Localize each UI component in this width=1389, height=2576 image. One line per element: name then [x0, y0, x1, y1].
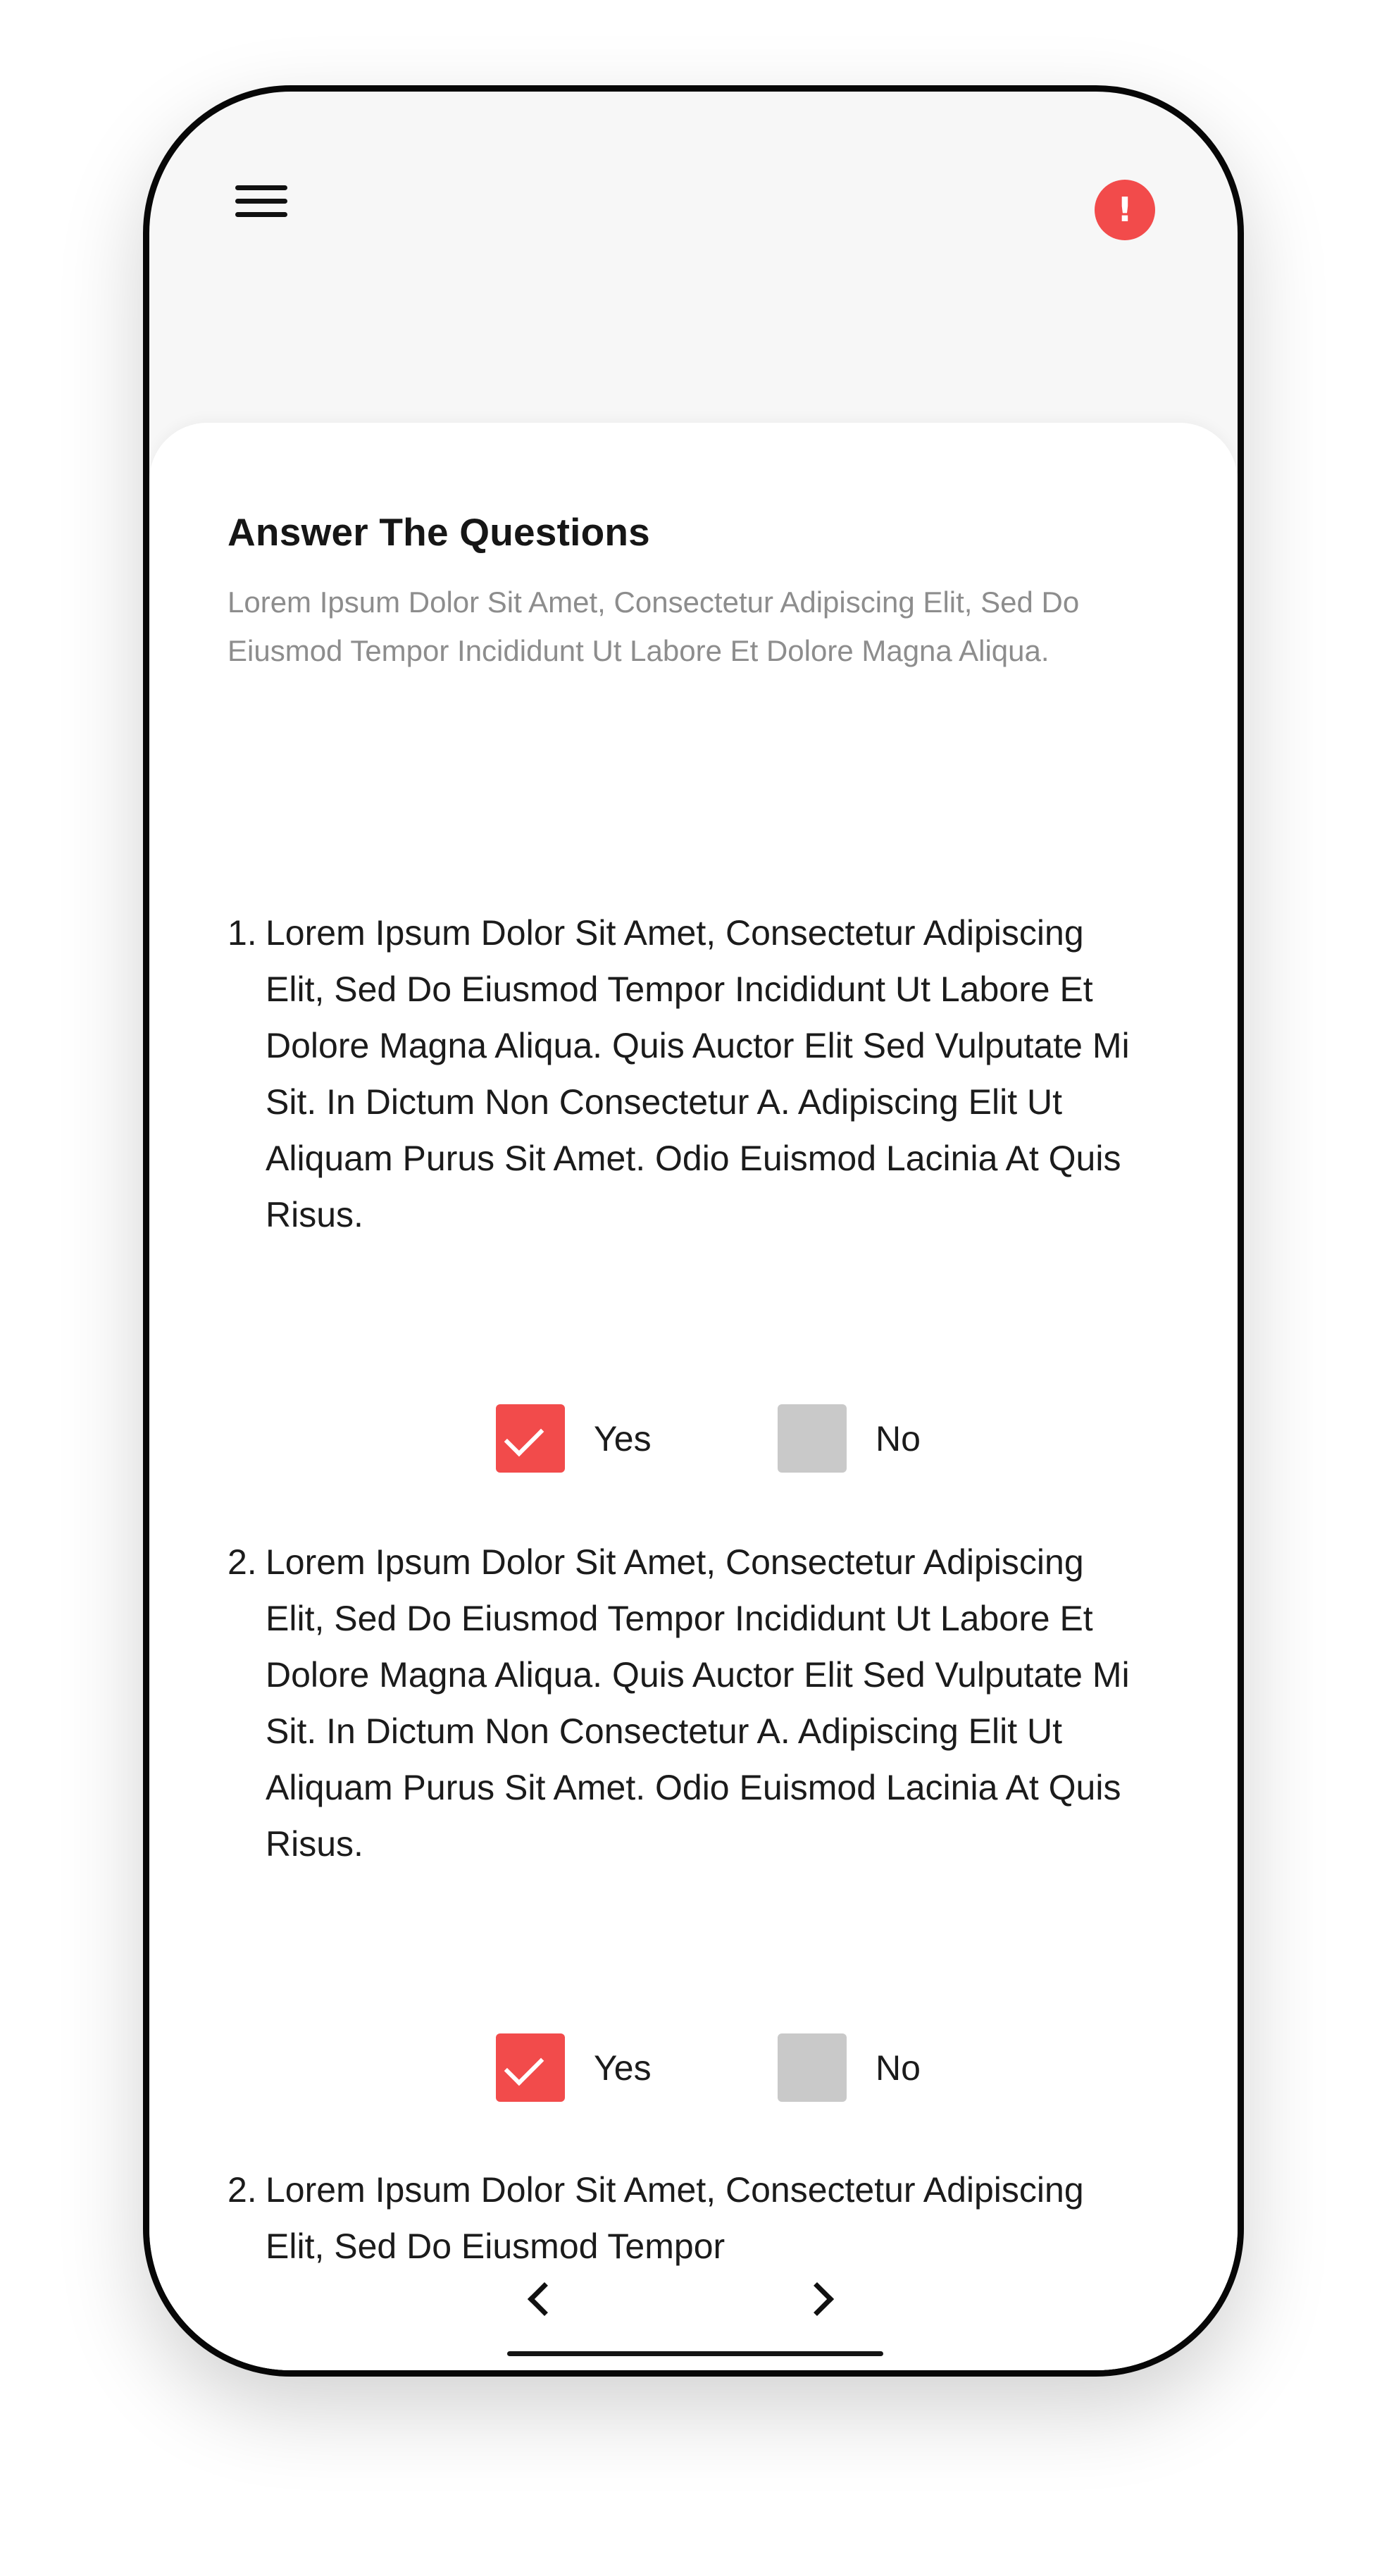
- chevron-right-icon: [799, 2281, 835, 2317]
- chevron-left-icon: [527, 2281, 562, 2317]
- alert-icon[interactable]: !: [1095, 180, 1155, 240]
- unchecked-checkbox[interactable]: [778, 1404, 847, 1473]
- unchecked-checkbox[interactable]: [778, 2033, 847, 2102]
- question-text: Lorem Ipsum Dolor Sit Amet, Consectetur …: [266, 913, 1130, 1234]
- checked-checkbox[interactable]: [496, 2033, 565, 2102]
- question-2-no-option[interactable]: No: [778, 2033, 921, 2102]
- question-1-yes-option[interactable]: Yes: [496, 1404, 652, 1473]
- menu-line-top: [235, 185, 287, 190]
- content-fade-cover: [149, 2270, 1238, 2370]
- question-2-yes-option[interactable]: Yes: [496, 2033, 652, 2102]
- question-text: Lorem Ipsum Dolor Sit Amet, Consectetur …: [266, 2170, 1084, 2266]
- question-1-no-option[interactable]: No: [778, 1404, 921, 1473]
- check-icon: [504, 1416, 544, 1457]
- question-2-answers: Yes No: [496, 2033, 933, 2104]
- menu-line-middle: [235, 199, 287, 204]
- menu-line-bottom: [235, 212, 287, 217]
- home-indicator: [507, 2351, 883, 2356]
- question-number: 1.: [228, 913, 257, 953]
- question-text: Lorem Ipsum Dolor Sit Amet, Consectetur …: [266, 1542, 1130, 1864]
- checked-checkbox[interactable]: [496, 1404, 565, 1473]
- no-label: No: [876, 1418, 921, 1459]
- previous-button[interactable]: [516, 2274, 565, 2323]
- next-button[interactable]: [796, 2274, 845, 2323]
- yes-label: Yes: [594, 1418, 652, 1459]
- yes-label: Yes: [594, 2048, 652, 2088]
- top-bar: !: [149, 92, 1238, 423]
- check-icon: [504, 2045, 544, 2086]
- no-label: No: [876, 2048, 921, 2088]
- question-number: 2.: [228, 2170, 257, 2210]
- page-description: Lorem Ipsum Dolor Sit Amet, Consectetur …: [228, 586, 1080, 667]
- question-number: 2.: [228, 1542, 257, 1582]
- question-1-answers: Yes No: [496, 1404, 933, 1475]
- phone-frame: ! Answer The Questions Lorem Ipsum Dolor…: [143, 85, 1244, 2377]
- page-title: Answer The Questions: [228, 510, 650, 554]
- menu-icon[interactable]: [235, 185, 287, 218]
- questionnaire-card: Answer The Questions Lorem Ipsum Dolor S…: [149, 423, 1238, 2370]
